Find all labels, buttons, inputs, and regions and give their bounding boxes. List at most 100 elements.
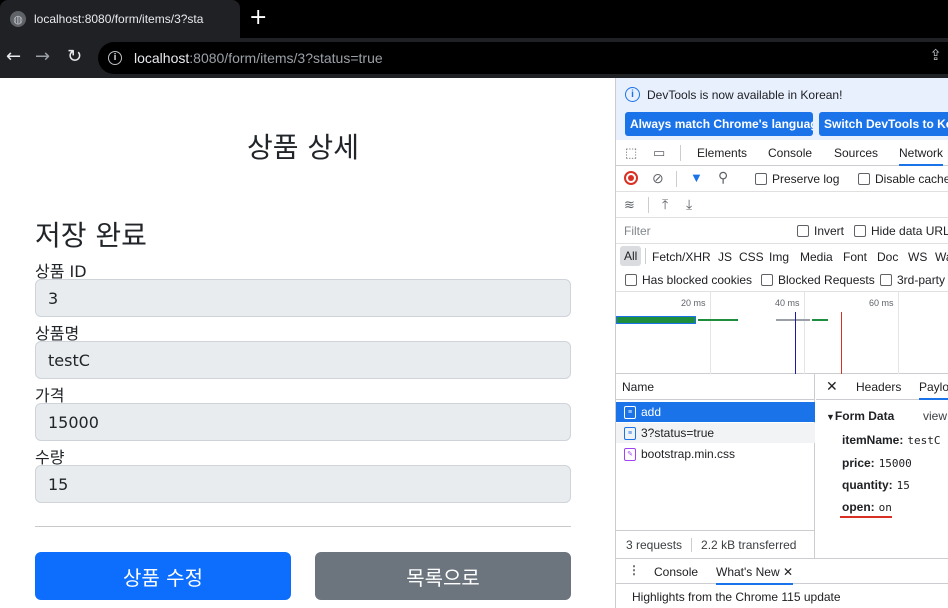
- share-icon[interactable]: ⇪: [929, 46, 942, 64]
- filter-input[interactable]: Filter: [624, 224, 651, 238]
- tab-sources[interactable]: Sources: [834, 146, 878, 160]
- price-field[interactable]: 15000: [35, 403, 571, 441]
- invert-checkbox[interactable]: Invert: [797, 224, 844, 238]
- tab-elements[interactable]: Elements: [697, 146, 747, 160]
- tab-payload[interactable]: Paylo: [919, 380, 948, 400]
- more-options-icon[interactable]: ⋮: [628, 563, 640, 577]
- forward-icon[interactable]: →: [35, 46, 50, 68]
- triangle-down-icon: ▼: [826, 412, 835, 422]
- form-value: testC: [907, 434, 941, 447]
- form-value: on: [878, 501, 892, 514]
- filter-img[interactable]: Img: [769, 250, 789, 264]
- preserve-log-checkbox[interactable]: Preserve log: [755, 172, 839, 186]
- filter-font[interactable]: Font: [843, 250, 867, 264]
- import-har-icon[interactable]: ⤒: [662, 196, 668, 213]
- filter-icon[interactable]: ▼: [690, 170, 703, 185]
- form-data-row: open: on: [842, 500, 892, 514]
- whats-new-label: What's New: [716, 565, 780, 579]
- blocked-cookies-checkbox[interactable]: Has blocked cookies: [625, 273, 752, 287]
- browser-tab[interactable]: ◍ localhost:8080/form/items/3?sta: [0, 0, 240, 38]
- checkbox[interactable]: [858, 173, 870, 185]
- hide-data-urls-checkbox[interactable]: Hide data URL: [854, 224, 948, 238]
- url-text[interactable]: localhost:8080/form/items/3?status=true: [134, 50, 383, 66]
- disable-cache-checkbox[interactable]: Disable cache: [858, 172, 948, 186]
- timeline-tick: 40 ms: [775, 298, 800, 308]
- tab-console[interactable]: Console: [768, 146, 812, 160]
- filter-wasm[interactable]: Wa: [935, 250, 948, 264]
- info-icon[interactable]: i: [108, 51, 122, 65]
- inspect-element-icon[interactable]: ⬚: [625, 145, 637, 161]
- back-to-list-button[interactable]: 목록으로: [315, 552, 571, 600]
- hide-data-urls-label: Hide data URL: [871, 224, 948, 238]
- network-summary: 3 requests 2.2 kB transferred: [616, 530, 815, 558]
- checkbox[interactable]: [880, 274, 892, 286]
- request-row[interactable]: ≡ 3?status=true: [616, 423, 815, 443]
- filter-fetch-xhr[interactable]: Fetch/XHR: [652, 250, 711, 264]
- clear-icon[interactable]: ⊘: [652, 170, 664, 187]
- back-icon[interactable]: ←: [6, 46, 21, 68]
- separator: [680, 145, 681, 161]
- filter-ws[interactable]: WS: [908, 250, 927, 264]
- filter-doc[interactable]: Doc: [877, 250, 898, 264]
- device-toolbar-icon[interactable]: ▭: [653, 145, 665, 161]
- new-tab-button[interactable]: +: [249, 6, 267, 30]
- item-name-field[interactable]: testC: [35, 341, 571, 379]
- request-name: bootstrap.min.css: [641, 447, 736, 461]
- close-icon[interactable]: ✕: [826, 378, 838, 395]
- tab-network[interactable]: Network: [899, 146, 944, 166]
- filter-css[interactable]: CSS: [739, 250, 764, 264]
- address-bar[interactable]: i localhost:8080/form/items/3?status=tru…: [98, 42, 948, 74]
- quantity-field[interactable]: 15: [35, 465, 571, 503]
- form-key: itemName:: [842, 433, 904, 447]
- form-data-row: itemName: testC: [842, 433, 940, 447]
- checkbox[interactable]: [625, 274, 637, 286]
- network-conditions-icon[interactable]: ≋: [624, 197, 635, 213]
- stylesheet-icon: ✎: [624, 447, 636, 461]
- form-data-section[interactable]: ▼Form Data: [826, 409, 894, 423]
- form-data-row: price: 15000: [842, 456, 912, 470]
- page-title: 상품 상세: [247, 131, 359, 164]
- view-source-link[interactable]: view: [923, 409, 947, 423]
- request-row[interactable]: ≡ add: [616, 402, 815, 422]
- whats-new-message: Highlights from the Chrome 115 update: [632, 590, 841, 604]
- checkbox[interactable]: [755, 173, 767, 185]
- checkbox[interactable]: [797, 225, 809, 237]
- transferred-size: 2.2 kB transferred: [701, 537, 797, 552]
- match-language-button[interactable]: Always match Chrome's language: [625, 112, 813, 136]
- dom-content-loaded-line: [795, 312, 796, 374]
- banner-text: DevTools is now available in Korean!: [647, 88, 843, 102]
- close-icon[interactable]: ✕: [783, 565, 793, 579]
- checkbox[interactable]: [761, 274, 773, 286]
- tab-title: localhost:8080/form/items/3?sta: [34, 12, 204, 26]
- tab-headers[interactable]: Headers: [856, 380, 901, 394]
- devtools-panel: i DevTools is now available in Korean! A…: [615, 78, 948, 608]
- switch-language-button[interactable]: Switch DevTools to Kore: [819, 112, 948, 136]
- network-timeline[interactable]: 20 ms 40 ms 60 ms: [616, 292, 948, 374]
- request-name: add: [641, 405, 662, 419]
- request-count: 3 requests: [626, 537, 683, 552]
- highlight-underline: [840, 516, 892, 518]
- search-icon[interactable]: ⚲: [718, 169, 728, 186]
- drawer-tab-whats-new[interactable]: What's New ✕: [716, 565, 794, 585]
- separator: [691, 537, 693, 552]
- request-bar: [776, 319, 810, 321]
- third-party-checkbox[interactable]: 3rd-party: [880, 273, 945, 287]
- divider: [35, 526, 571, 527]
- grid-line: [804, 292, 805, 374]
- load-event-line: [841, 312, 842, 374]
- edit-item-button[interactable]: 상품 수정: [35, 552, 291, 600]
- drawer-tab-console[interactable]: Console: [654, 565, 698, 579]
- record-icon[interactable]: [624, 171, 638, 185]
- grid-line: [710, 292, 711, 374]
- item-id-field[interactable]: 3: [35, 279, 571, 317]
- drawer-tabs: ⋮ Console What's New ✕: [616, 558, 948, 585]
- checkbox[interactable]: [854, 225, 866, 237]
- name-column-header[interactable]: Name: [616, 374, 815, 400]
- export-har-icon[interactable]: ⤓: [686, 196, 692, 213]
- reload-icon[interactable]: ↻: [67, 46, 82, 68]
- filter-js[interactable]: JS: [718, 250, 732, 264]
- filter-all[interactable]: All: [620, 246, 642, 266]
- filter-media[interactable]: Media: [800, 250, 833, 264]
- blocked-requests-checkbox[interactable]: Blocked Requests: [761, 273, 875, 287]
- request-row[interactable]: ✎ bootstrap.min.css: [616, 444, 815, 464]
